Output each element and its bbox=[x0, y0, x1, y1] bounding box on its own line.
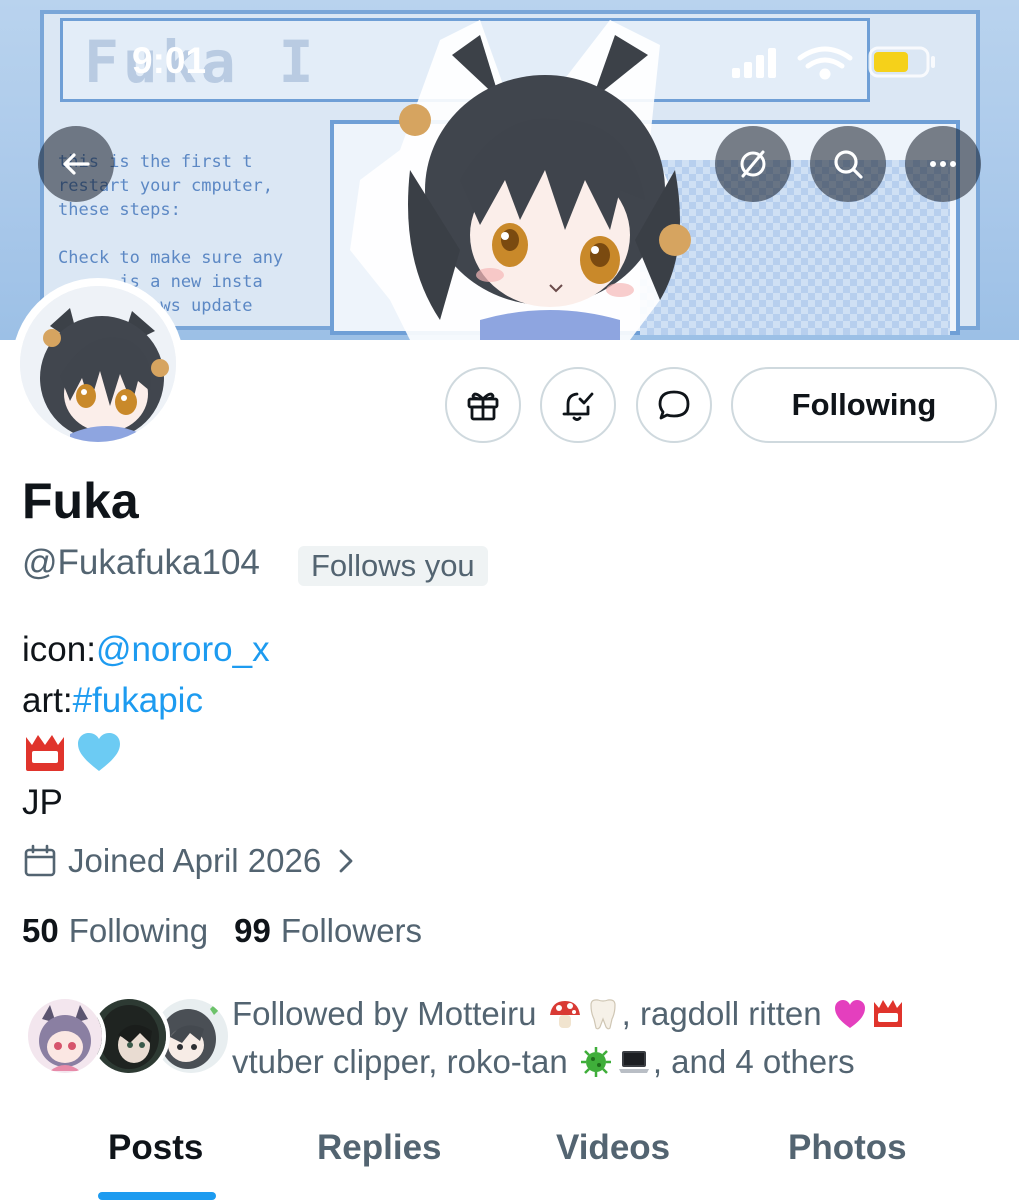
gift-button[interactable] bbox=[445, 367, 521, 443]
tab-replies[interactable]: Replies bbox=[317, 1128, 442, 1168]
joined-date-text: Joined April 2026 bbox=[68, 842, 322, 879]
bio-emoji-row bbox=[22, 726, 270, 777]
bio-art-hashtag[interactable]: #fukapic bbox=[73, 681, 203, 720]
signal-icon bbox=[732, 48, 776, 78]
slash-circle-icon bbox=[740, 150, 766, 178]
bio-location: JP bbox=[22, 783, 63, 822]
ellipsis-icon bbox=[930, 161, 956, 167]
user-handle: @Fukafuka104 bbox=[22, 543, 260, 582]
back-button[interactable] bbox=[38, 126, 114, 202]
arrow-left-icon bbox=[63, 153, 90, 175]
followed-by-text[interactable]: Followed by Motteiru , ragdoll ritten vt… bbox=[232, 990, 1002, 1086]
status-bar-icons bbox=[732, 46, 935, 80]
search-button[interactable] bbox=[810, 126, 886, 202]
calendar-icon bbox=[24, 844, 56, 877]
following-button[interactable]: Following bbox=[731, 367, 997, 443]
message-button[interactable] bbox=[636, 367, 712, 443]
tab-videos[interactable]: Videos bbox=[556, 1128, 670, 1168]
gift-icon bbox=[467, 392, 499, 421]
microbe-emoji-icon bbox=[580, 1047, 611, 1077]
mutual-follower-avatar[interactable] bbox=[24, 995, 106, 1077]
status-bar-time: 9:01 bbox=[132, 40, 207, 81]
grok-button[interactable] bbox=[715, 126, 791, 202]
notifications-button[interactable] bbox=[540, 367, 616, 443]
followers-label: Followers bbox=[280, 912, 423, 949]
profile-bio: icon:@nororo_x art:#fukapic JP bbox=[22, 624, 270, 828]
followers-count: 99 bbox=[234, 912, 271, 949]
banner-character-illustration bbox=[350, 20, 691, 340]
avatar-image bbox=[20, 286, 176, 442]
name-badge-emoji-icon bbox=[26, 734, 64, 771]
light-blue-heart-emoji-icon bbox=[78, 732, 120, 771]
search-icon bbox=[834, 150, 863, 179]
mushroom-emoji-icon bbox=[549, 1001, 580, 1028]
bell-check-icon bbox=[562, 392, 594, 421]
following-count: 50 bbox=[22, 912, 59, 949]
bio-art-prefix: art: bbox=[22, 681, 73, 720]
chevron-right-icon bbox=[339, 849, 353, 873]
laptop-emoji-icon bbox=[618, 1051, 649, 1073]
profile-tabs: Posts Replies Videos Photos bbox=[0, 1120, 1019, 1200]
bio-icon-link[interactable]: @nororo_x bbox=[96, 630, 270, 669]
more-button[interactable] bbox=[905, 126, 981, 202]
wifi-icon bbox=[797, 46, 853, 80]
follows-you-badge: Follows you bbox=[298, 546, 488, 586]
followed-by-prefix: Followed by Motteiru bbox=[232, 995, 537, 1032]
tab-posts[interactable]: Posts bbox=[108, 1128, 203, 1168]
name-badge-emoji-icon bbox=[873, 1000, 902, 1027]
tab-photos[interactable]: Photos bbox=[788, 1128, 907, 1168]
followed-by-name-3: vtuber clipper, roko-tan bbox=[232, 1043, 568, 1080]
chat-bubble-icon bbox=[658, 390, 690, 420]
tooth-emoji-icon bbox=[590, 999, 616, 1030]
mutual-avatar-image-1 bbox=[28, 999, 102, 1073]
bio-line-icon: icon:@nororo_x bbox=[22, 624, 270, 675]
active-tab-indicator bbox=[98, 1192, 216, 1200]
profile-banner[interactable]: Fuka I this is the first t restart your … bbox=[0, 0, 1019, 340]
display-name: Fuka bbox=[22, 473, 139, 529]
pink-heart-emoji-icon bbox=[834, 1000, 865, 1028]
follow-stats: 50 Following 99 Followers bbox=[22, 912, 448, 950]
bio-icon-prefix: icon: bbox=[22, 630, 96, 669]
following-stat[interactable]: 50 Following bbox=[22, 912, 208, 950]
profile-avatar[interactable] bbox=[12, 278, 184, 450]
followed-by-suffix: , and 4 others bbox=[652, 1043, 855, 1080]
battery-icon bbox=[868, 46, 935, 78]
joined-date[interactable]: Joined April 2026 bbox=[22, 842, 357, 880]
followed-by-name-2: , ragdoll ritten bbox=[621, 995, 822, 1032]
bio-line-art: art:#fukapic bbox=[22, 675, 270, 726]
followers-stat[interactable]: 99 Followers bbox=[234, 912, 422, 950]
following-label: Following bbox=[68, 912, 209, 949]
